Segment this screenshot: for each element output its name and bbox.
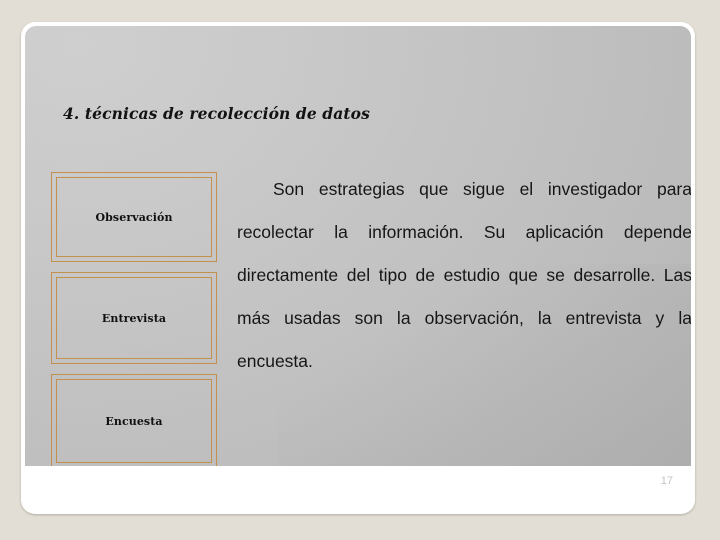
technique-box-observacion[interactable]: Observación [51,172,217,262]
technique-box-entrevista[interactable]: Entrevista [51,272,217,364]
technique-box-label: Entrevista [101,311,167,325]
technique-box-label: Encuesta [105,414,163,428]
page-title: 4. técnicas de recolección de datos [63,104,370,123]
technique-box-encuesta[interactable]: Encuesta [51,374,217,466]
page-number: 17 [660,475,673,487]
technique-box-label: Observación [95,210,173,224]
body-paragraph: Son estrategias que sigue el investigado… [237,179,691,371]
slide-frame: 4. técnicas de recolección de datos Obse… [21,22,695,514]
technique-box-inner: Encuesta [56,379,212,463]
technique-box-inner: Observación [56,177,212,257]
technique-box-inner: Entrevista [56,277,212,359]
slide-footer: 17 [25,466,691,510]
slide-content-area: 4. técnicas de recolección de datos Obse… [25,26,691,466]
